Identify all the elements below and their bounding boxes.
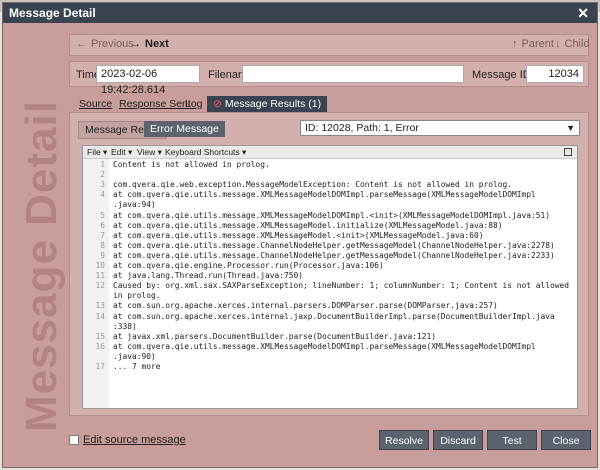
line-number: 7 <box>100 230 105 240</box>
line-text: at com.sun.org.apache.xerces.internal.pa… <box>113 301 498 311</box>
chevron-down-icon: ▼ <box>566 123 575 133</box>
line-text: at com.qvera.qie.utils.message.XMLMessag… <box>113 220 503 230</box>
line-number: 14 <box>95 311 105 321</box>
arrow-down-icon: ↓ <box>555 38 561 50</box>
line-number: 12 <box>95 281 105 291</box>
line-number: 4 <box>100 190 105 200</box>
arrow-up-icon: ↑ <box>512 38 518 50</box>
close-button[interactable]: Close <box>541 430 591 450</box>
line-number: 6 <box>100 220 105 230</box>
line-number: 17 <box>95 362 105 371</box>
tab-message-results[interactable]: ⊘ Message Results (1) <box>207 96 328 112</box>
discard-button[interactable]: Discard <box>433 430 483 450</box>
parent-button[interactable]: ↑ Parent <box>512 38 554 50</box>
next-button[interactable]: → Next <box>130 38 169 50</box>
line-text: in prolog. <box>113 291 161 301</box>
parent-label: Parent <box>521 38 554 50</box>
line-text: at java.lang.Thread.run(Thread.java:750) <box>113 271 304 281</box>
result-select-value: ID: 12028, Path: 1, Error <box>305 122 419 134</box>
editor-menu-view[interactable]: View ▾ <box>137 146 162 158</box>
editor-toolbar: File ▾ Edit ▾ View ▾ Keyboard Shortcuts … <box>83 146 577 159</box>
error-text-editor[interactable]: File ▾ Edit ▾ View ▾ Keyboard Shortcuts … <box>82 145 578 409</box>
line-text: Caused by: org.xml.sax.SAXParseException… <box>113 281 570 291</box>
editor-menu-file[interactable]: File ▾ <box>87 146 107 158</box>
line-text: Content is not allowed in prolog. <box>113 160 270 169</box>
subtab-error-message[interactable]: Error Message <box>144 121 225 137</box>
line-text: at com.qvera.qie.utils.message.XMLMessag… <box>113 341 536 351</box>
fields-bar: Time 2023-02-06 19:42:28.614 Filename: M… <box>69 61 589 96</box>
line-number: 1 <box>100 160 105 169</box>
message-results-panel: Message Result Error Message ID: 12028, … <box>69 112 589 416</box>
line-number: 13 <box>95 301 105 311</box>
resolve-button[interactable]: Resolve <box>379 430 429 450</box>
bottom-bar: Edit source message Resolve Discard Test… <box>3 423 597 467</box>
watermark-text: Message Detail <box>17 100 66 432</box>
watermark: Message Detail <box>17 100 67 432</box>
previous-button[interactable]: ← Previous <box>76 38 134 50</box>
line-text: at javax.xml.parsers.DocumentBuilder.par… <box>113 331 437 341</box>
line-text: at com.sun.org.apache.xerces.internal.ja… <box>113 311 555 321</box>
line-number: 2 <box>100 170 105 180</box>
line-text: .java:90) <box>113 351 156 361</box>
line-number: 5 <box>100 210 105 220</box>
maximize-icon[interactable] <box>564 148 572 156</box>
editor-menu-edit[interactable]: Edit ▾ <box>111 146 132 158</box>
line-text: at com.qvera.qie.utils.message.XMLMessag… <box>113 210 551 220</box>
close-icon[interactable]: ✕ <box>577 3 589 23</box>
error-icon: ⊘ <box>213 98 222 110</box>
line-number: 8 <box>100 240 105 250</box>
line-text: :338) <box>113 321 137 331</box>
arrow-left-icon: ← <box>76 38 87 50</box>
line-text: at com.qvera.qie.utils.message.ChannelNo… <box>113 250 555 260</box>
line-text: at com.qvera.qie.engine.Processor.run(Pr… <box>113 261 384 270</box>
child-button[interactable]: ↓ Child <box>555 38 590 50</box>
line-text: ... 7 more <box>113 362 161 371</box>
line-text: at com.qvera.qie.utils.message.XMLMessag… <box>113 190 536 200</box>
filename-field[interactable] <box>242 65 464 83</box>
time-field[interactable]: 2023-02-06 19:42:28.614 <box>96 65 200 96</box>
line-number: 11 <box>95 271 105 281</box>
edit-source-checkbox[interactable] <box>69 435 79 445</box>
child-label: Child <box>564 38 590 50</box>
line-text: com.qvera.qie.web.exception.MessageModel… <box>113 180 513 190</box>
test-button[interactable]: Test <box>487 430 537 450</box>
tab-response-sent[interactable]: Response Sent <box>117 96 193 112</box>
message-id-label: Message ID: <box>472 69 534 81</box>
result-select[interactable]: ID: 12028, Path: 1, Error ▼ <box>300 120 580 136</box>
line-text: .java:94) <box>113 200 156 210</box>
editor-menu-keyboard-shortcuts[interactable]: Keyboard Shortcuts ▾ <box>165 146 246 158</box>
edit-source-label[interactable]: Edit source message <box>83 434 186 446</box>
next-label: Next <box>145 38 169 50</box>
line-number: 9 <box>100 250 105 260</box>
tab-source[interactable]: Source <box>77 96 114 112</box>
message-id-field[interactable]: 12034 <box>526 65 584 83</box>
window-title: Message Detail <box>9 6 96 20</box>
line-text: at com.qvera.qie.utils.message.ChannelNo… <box>113 240 555 250</box>
line-number: 15 <box>95 331 105 341</box>
arrow-right-icon: → <box>130 38 141 50</box>
title-bar: Message Detail ✕ <box>3 3 597 23</box>
tab-message-results-label: Message Results (1) <box>224 98 322 110</box>
navigation-bar: ← Previous → Next ↑ Parent ↓ Child <box>69 34 590 56</box>
line-number: 3 <box>100 180 105 190</box>
tab-log[interactable]: Log <box>183 96 205 112</box>
previous-label: Previous <box>91 38 134 50</box>
message-detail-dialog: Message Detail ✕ Message Detail ← Previou… <box>2 2 598 468</box>
tab-strip: Source Response Sent Log ⊘ Message Result… <box>69 96 589 112</box>
line-number: 10 <box>95 261 105 270</box>
line-text: at com.qvera.qie.utils.message.XMLMessag… <box>113 230 484 240</box>
line-number: 16 <box>95 341 105 351</box>
